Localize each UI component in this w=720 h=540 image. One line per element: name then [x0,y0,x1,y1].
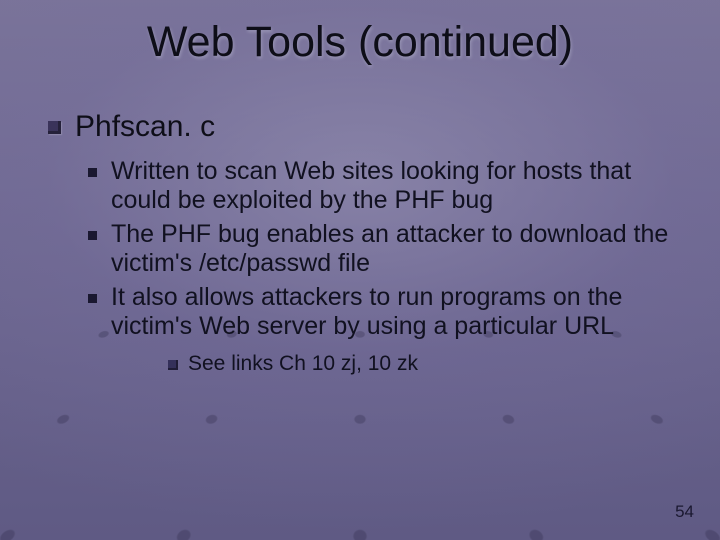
tiny-bullet-icon [168,360,178,370]
sub-note-group: See links Ch 10 zj, 10 zk [168,352,680,376]
square-bullet-icon [88,168,97,177]
section-text: Phfscan. c [75,110,215,145]
bullet-text: The PHF bug enables an attacker to downl… [111,220,680,279]
slide: Web Tools (continued) Phfscan. c Written… [0,0,720,540]
bullet-item: The PHF bug enables an attacker to downl… [88,220,680,279]
bullet-group: Written to scan Web sites looking for ho… [88,157,680,376]
sub-note-text: See links Ch 10 zj, 10 zk [188,352,418,376]
page-number: 54 [675,502,694,522]
bullet-item: It also allows attackers to run programs… [88,283,680,342]
bullet-text: It also allows attackers to run programs… [111,283,680,342]
sub-note-item: See links Ch 10 zj, 10 zk [168,352,680,376]
bullet-text: Written to scan Web sites looking for ho… [111,157,680,216]
bullet-box-icon [48,121,61,134]
square-bullet-icon [88,294,97,303]
slide-title: Web Tools (continued) [0,18,720,67]
section-heading: Phfscan. c [48,110,680,145]
bullet-item: Written to scan Web sites looking for ho… [88,157,680,216]
square-bullet-icon [88,231,97,240]
slide-body: Phfscan. c Written to scan Web sites loo… [48,110,680,376]
